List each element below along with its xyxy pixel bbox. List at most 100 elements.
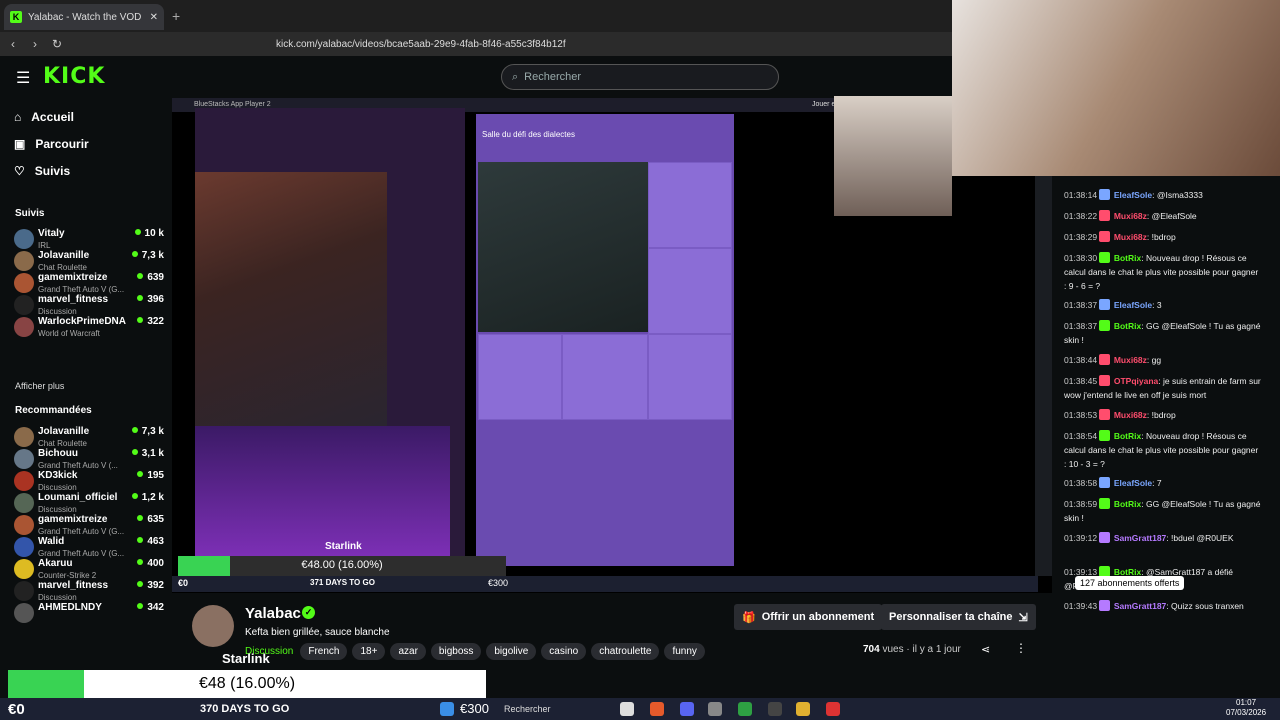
kick-logo[interactable]: KICK — [43, 64, 105, 89]
room-tile — [648, 162, 732, 248]
chat-username[interactable]: EleafSole — [1114, 190, 1152, 200]
avatar — [14, 295, 34, 315]
chat-message: 01:38:45 OTPqiyana: je suis entrain de f… — [1064, 374, 1262, 402]
chat-text: : !bdrop — [1146, 232, 1176, 242]
chat-username[interactable]: SamGratt187 — [1114, 601, 1166, 611]
chat-message: 01:38:14 EleafSole: @Isma3333 — [1064, 188, 1262, 202]
channel-item[interactable]: AHMEDLNDY 342 — [14, 600, 164, 628]
chat-username[interactable]: BotRix — [1114, 253, 1141, 263]
chat-timestamp: 01:38:30 — [1064, 253, 1098, 263]
system-clock: 01:07 07/03/2026 — [1226, 698, 1266, 718]
reload-icon[interactable]: ↻ — [48, 37, 66, 51]
app-icon[interactable] — [796, 702, 810, 716]
app-icon[interactable] — [738, 702, 752, 716]
browser-tab[interactable]: K Yalabac - Watch the VOD on ✕ — [4, 4, 164, 30]
nav-item-suivis[interactable]: ♡ Suivis — [14, 164, 70, 178]
chat-username[interactable]: Muxi68z — [1114, 355, 1147, 365]
address-bar[interactable]: ‹ › ↻ kick.com/yalabac/videos/bcae5aab-2… — [0, 32, 952, 56]
chat-message: 01:38:44 Muxi68z: gg — [1064, 353, 1262, 367]
badge-icon — [1099, 299, 1111, 310]
menu-icon[interactable]: ☰ — [16, 68, 30, 88]
streamer-webcam — [834, 96, 952, 216]
chat-timestamp: 01:38:45 — [1064, 376, 1098, 386]
brave-icon[interactable] — [650, 702, 664, 716]
channel-name[interactable]: Yalabac — [245, 605, 301, 622]
gift-sub-label: Offrir un abonnement — [761, 611, 875, 623]
back-icon[interactable]: ‹ — [4, 37, 22, 51]
chat-username[interactable]: Muxi68z — [1114, 232, 1147, 242]
windows-start-icon[interactable] — [440, 702, 454, 716]
avatar — [14, 515, 34, 535]
chat-text: : Quizz sous tranxen — [1166, 601, 1244, 611]
room-tile — [562, 334, 648, 420]
streamer-webcam-large — [952, 0, 1280, 176]
url-text[interactable]: kick.com/yalabac/videos/bcae5aab-29e9-4f… — [276, 39, 566, 50]
chat-timestamp: 01:38:37 — [1064, 300, 1098, 310]
nav-item-accueil[interactable]: ⌂ Accueil — [14, 110, 74, 124]
nav-item-parcourir[interactable]: ▣ Parcourir — [14, 137, 89, 151]
chat-username[interactable]: BotRix — [1114, 321, 1141, 331]
tab-close-icon[interactable]: ✕ — [150, 12, 158, 23]
chat-username[interactable]: EleafSole — [1114, 478, 1152, 488]
app-icon[interactable] — [768, 702, 782, 716]
avatar — [14, 559, 34, 579]
kick-favicon-icon: K — [10, 11, 22, 23]
room-tile — [648, 334, 732, 420]
tag-chip[interactable]: 18+ — [352, 643, 386, 660]
search-input[interactable]: ⌕ Rechercher — [501, 64, 779, 90]
chat-message: 01:38:29 Muxi68z: !bdrop — [1064, 230, 1262, 244]
nav-label: Suivis — [34, 164, 71, 178]
channel-item[interactable]: WarlockPrimeDNA World of Warcraft 322 — [14, 314, 164, 342]
tab-title: Yalabac - Watch the VOD on — [28, 11, 144, 23]
verified-icon: ✓ — [302, 606, 315, 619]
chat-username[interactable]: Muxi68z — [1114, 410, 1147, 420]
inner-taskbar — [172, 576, 1038, 592]
chat-message: 01:38:53 Muxi68z: !bdrop — [1064, 408, 1262, 422]
avatar — [14, 449, 34, 469]
goal-text-small: €48.00 (16.00%) — [301, 559, 383, 571]
chat-username[interactable]: EleafSole — [1114, 300, 1152, 310]
nav-label: Parcourir — [35, 137, 89, 151]
tag-chip[interactable]: chatroulette — [591, 643, 660, 660]
discord-icon[interactable] — [680, 702, 694, 716]
tag-chip[interactable]: azar — [390, 643, 426, 660]
tag-chip[interactable]: bigboss — [430, 643, 482, 660]
channel-avatar[interactable] — [192, 605, 234, 647]
chat-message: 01:38:59 BotRix: GG @EleafSole ! Tu as g… — [1064, 497, 1262, 525]
chat-username[interactable]: Muxi68z — [1114, 211, 1147, 221]
youtube-icon[interactable] — [826, 702, 840, 716]
tag-chip[interactable]: casino — [541, 643, 587, 660]
tag-chip[interactable]: funny — [664, 643, 705, 660]
chat-username[interactable]: BotRix — [1114, 431, 1141, 441]
share-icon[interactable]: ⋖ — [981, 643, 990, 656]
show-more-link[interactable]: Afficher plus — [15, 381, 64, 391]
viewer-count: 342 — [137, 602, 164, 613]
chat-text: : @EleafSole — [1146, 211, 1197, 221]
new-tab-button[interactable]: + — [172, 8, 180, 24]
chat-username[interactable]: OTPqiyana — [1114, 376, 1158, 386]
chat-text: : 7 — [1152, 478, 1162, 488]
taskview-icon[interactable] — [620, 702, 634, 716]
days-to-go-small: 371 DAYS TO GO — [310, 578, 375, 587]
viewer-count: 1,2 k — [132, 492, 164, 503]
posted-ago: il y a 1 jour — [912, 644, 961, 655]
chat-username[interactable]: BotRix — [1114, 499, 1141, 509]
chat-message: 01:38:54 BotRix: Nouveau drop ! Résous c… — [1064, 429, 1262, 471]
more-options-icon[interactable]: ⋮ — [1015, 641, 1027, 655]
forward-icon[interactable]: › — [26, 37, 44, 51]
chat-text: : gg — [1146, 355, 1162, 365]
chat-timestamp: 01:39:43 — [1064, 601, 1098, 611]
chat-timestamp: 01:38:29 — [1064, 232, 1098, 242]
gift-sub-button[interactable]: 🎁 Offrir un abonnement — [734, 604, 883, 630]
nav-label: Accueil — [31, 110, 74, 124]
chat-username[interactable]: SamGratt187 — [1114, 533, 1166, 543]
gift-icon: 🎁 — [742, 611, 756, 624]
chat-message: 01:38:37 EleafSole: 3 — [1064, 298, 1262, 312]
tag-chip[interactable]: French — [300, 643, 348, 660]
customize-channel-button[interactable]: Personnaliser ta chaîne ⇲ — [881, 604, 1036, 630]
tag-chip[interactable]: bigolive — [486, 643, 537, 660]
view-stats: 704 vues · il y a 1 jour — [863, 644, 961, 655]
settings-icon[interactable] — [708, 702, 722, 716]
chat-timestamp: 01:38:37 — [1064, 321, 1098, 331]
room-title: Salle du défi des dialectes — [482, 130, 575, 139]
